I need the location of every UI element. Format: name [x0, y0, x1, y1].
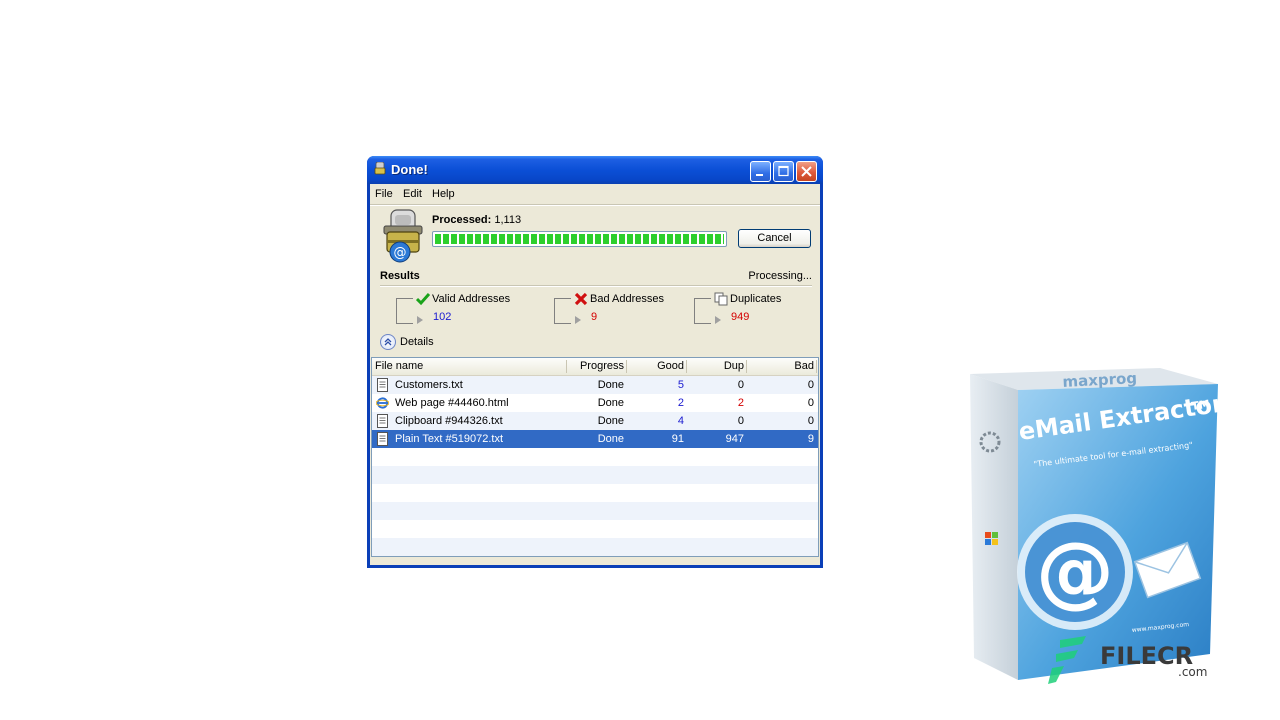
tree-connector [694, 298, 711, 324]
table-row[interactable]: Customers.txt Done 5 0 0 [372, 376, 818, 394]
text-file-icon [377, 414, 388, 428]
menu-file[interactable]: File [375, 188, 393, 200]
maximize-button[interactable] [773, 161, 794, 182]
box-side [970, 374, 1018, 680]
ie-icon [376, 397, 389, 409]
column-divider[interactable] [566, 360, 567, 373]
empty-row [372, 466, 818, 484]
menu-edit[interactable]: Edit [403, 188, 422, 200]
bad-addresses-count: 9 [591, 311, 598, 323]
watermark-tld: .com [1178, 665, 1207, 679]
processed-label: Processed: [432, 214, 492, 226]
text-file-icon [377, 432, 388, 446]
table-row[interactable]: Clipboard #944326.txt Done 4 0 0 [372, 412, 818, 430]
row-dup: 0 [737, 415, 744, 427]
title-bar[interactable]: Done! [367, 156, 823, 184]
duplicates-label: Duplicates [730, 293, 782, 305]
row-progress: Done [597, 433, 624, 445]
duplicates-stat: Duplicates 949 [680, 290, 840, 330]
valid-addresses-stat: Valid Addresses 102 [382, 290, 542, 330]
progress-fill [435, 234, 724, 244]
status-bar [370, 560, 820, 565]
column-bad[interactable]: Bad [794, 360, 814, 372]
minimize-icon [756, 174, 763, 176]
row-bad: 0 [807, 415, 814, 427]
row-bad: 0 [807, 379, 814, 391]
duplicates-count: 949 [731, 311, 750, 323]
triangle-icon [417, 316, 423, 324]
row-dup: 2 [737, 397, 744, 409]
close-button[interactable] [796, 161, 817, 182]
minimize-button[interactable] [750, 161, 771, 182]
chevron-up-icon [380, 334, 396, 350]
row-progress: Done [597, 379, 624, 391]
menu-separator [370, 204, 820, 206]
trademark-text: TM [1191, 398, 1211, 413]
column-file-name[interactable]: File name [375, 360, 423, 372]
table-row-selected[interactable]: Plain Text #519072.txt Done 91 947 9 [372, 430, 818, 448]
menu-help[interactable]: Help [432, 188, 455, 200]
valid-addresses-count: 102 [433, 311, 452, 323]
valid-addresses-label: Valid Addresses [432, 293, 511, 305]
row-file-name: Plain Text #519072.txt [395, 433, 504, 445]
column-divider[interactable] [686, 360, 687, 373]
row-file-name: Web page #44460.html [395, 397, 509, 409]
column-dup[interactable]: Dup [724, 360, 744, 372]
progress-bar [432, 231, 727, 247]
text-file-icon [377, 378, 388, 392]
bad-addresses-stat: Bad Addresses 9 [540, 290, 700, 330]
processing-status: Processing... [748, 270, 812, 282]
processed-text: Processed: 1,113 [432, 214, 521, 226]
row-good: 4 [677, 415, 684, 427]
row-progress: Done [597, 415, 624, 427]
menu-bar: File Edit Help [370, 184, 820, 204]
column-good[interactable]: Good [657, 360, 684, 372]
bad-addresses-label: Bad Addresses [590, 293, 664, 305]
empty-row [372, 538, 818, 556]
column-divider[interactable] [626, 360, 627, 373]
file-list[interactable]: File name Progress Good Dup Bad Customer… [371, 357, 819, 557]
row-file-name: Clipboard #944326.txt [395, 415, 503, 427]
tree-connector [396, 298, 413, 324]
svg-text:@: @ [394, 246, 407, 261]
row-file-name: Customers.txt [395, 379, 463, 391]
maximize-icon [778, 165, 789, 177]
results-label: Results [380, 270, 420, 282]
cancel-button[interactable]: Cancel [738, 229, 811, 248]
processed-count: 1,113 [494, 214, 522, 226]
row-dup: 0 [737, 379, 744, 391]
row-dup: 947 [725, 433, 744, 445]
row-progress: Done [597, 397, 624, 409]
table-row[interactable]: Web page #44460.html Done 2 2 0 [372, 394, 818, 412]
check-icon [416, 293, 430, 306]
filecr-logo-icon [1048, 636, 1086, 684]
results-separator [380, 285, 812, 287]
duplicates-icon [714, 292, 728, 306]
app-window: Done! File Edit Help @ Processed: 1,113 … [367, 156, 823, 568]
row-bad: 9 [807, 433, 814, 445]
row-good: 5 [677, 379, 684, 391]
tree-connector [554, 298, 571, 324]
app-title-icon [374, 162, 386, 175]
close-icon [801, 166, 812, 177]
empty-row [372, 502, 818, 520]
triangle-icon [715, 316, 721, 324]
row-good: 2 [677, 397, 684, 409]
column-divider[interactable] [746, 360, 747, 373]
list-header: File name Progress Good Dup Bad [372, 358, 818, 376]
svg-text:@: @ [1036, 527, 1114, 617]
mailbox-lock-icon: @ [383, 209, 423, 263]
details-label: Details [400, 336, 434, 348]
x-icon [574, 292, 588, 306]
column-progress[interactable]: Progress [580, 360, 624, 372]
triangle-icon [575, 316, 581, 324]
row-bad: 0 [807, 397, 814, 409]
window-title: Done! [391, 162, 428, 177]
row-good: 91 [671, 433, 684, 445]
filecr-watermark: FILECR .com [1048, 636, 1207, 684]
window-client: File Edit Help @ Processed: 1,113 Cancel… [370, 184, 820, 565]
column-divider[interactable] [816, 360, 817, 373]
